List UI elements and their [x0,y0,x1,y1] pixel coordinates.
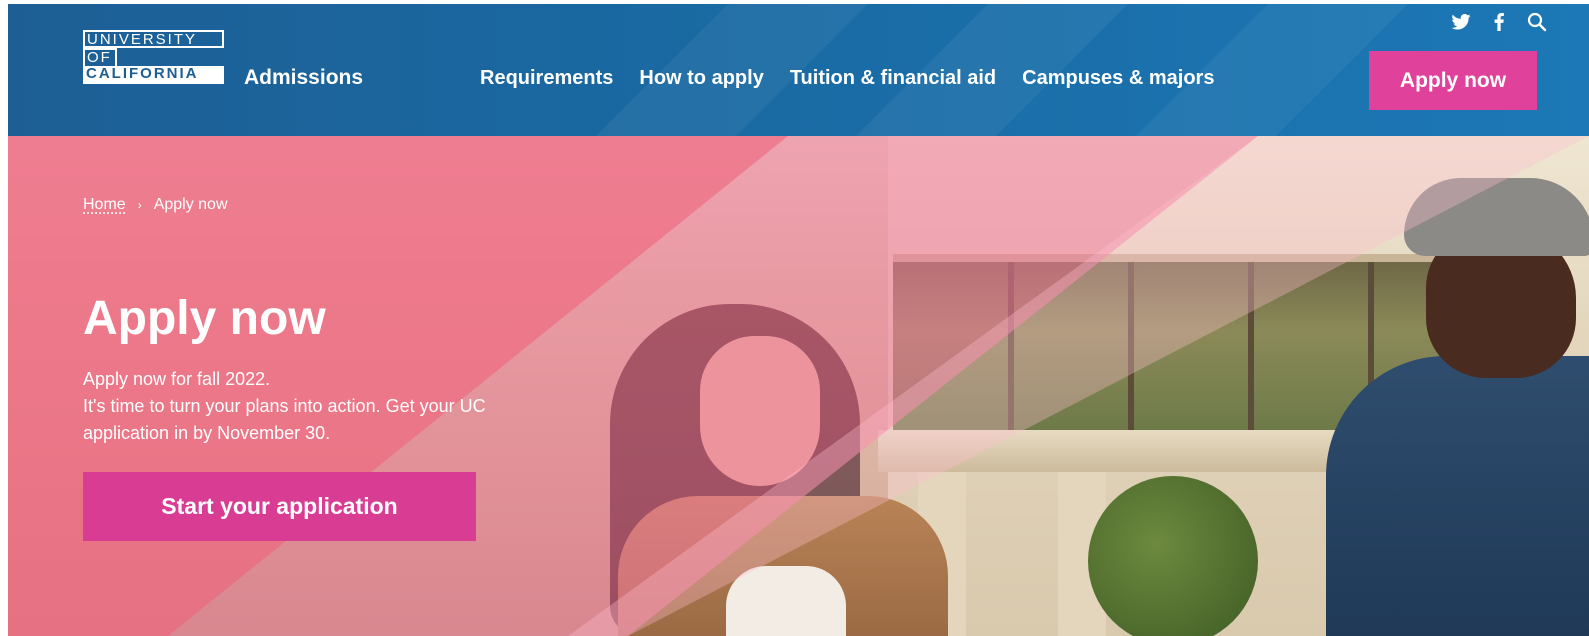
hero-banner: Home › Apply now Apply now Apply now for… [8,136,1589,636]
breadcrumb-home-link[interactable]: Home [83,196,126,214]
nav-requirements[interactable]: Requirements [480,67,613,90]
start-application-button[interactable]: Start your application [83,472,476,541]
hero-text-line: application in by November 30. [83,423,331,443]
logo-line-university: UNIVERSITY [83,30,224,48]
logo-line-of: OF [83,48,117,66]
hero-photo-person [726,566,846,636]
main-nav: Requirements How to apply Tuition & fina… [480,67,1240,90]
uc-logo[interactable]: UNIVERSITY OF CALIFORNIA [83,30,226,84]
page-title: Apply now [83,292,326,345]
hero-photo-tree [1088,476,1258,636]
nav-tuition-financial-aid[interactable]: Tuition & financial aid [790,67,996,90]
nav-how-to-apply[interactable]: How to apply [639,67,763,90]
logo-line-california: CALIFORNIA [83,66,224,84]
breadcrumb-current: Apply now [153,196,228,213]
hero-text-line: Apply now for fall 2022. [83,369,271,389]
social-links [1451,12,1547,37]
nav-campuses-majors[interactable]: Campuses & majors [1022,67,1214,90]
search-icon[interactable] [1527,12,1547,37]
apply-now-button[interactable]: Apply now [1369,51,1537,110]
site-header: UNIVERSITY OF CALIFORNIA Admissions Requ… [8,4,1589,136]
brand-admissions-link[interactable]: Admissions [244,66,363,90]
hero-text-line: It's time to turn your plans into action… [83,396,486,416]
breadcrumb-separator: › [137,198,142,212]
hero-photo-person [1326,356,1589,636]
hero-description: Apply now for fall 2022. It's time to tu… [83,366,683,447]
breadcrumb: Home › Apply now [83,196,228,214]
facebook-icon[interactable] [1493,13,1505,36]
twitter-icon[interactable] [1451,13,1471,35]
